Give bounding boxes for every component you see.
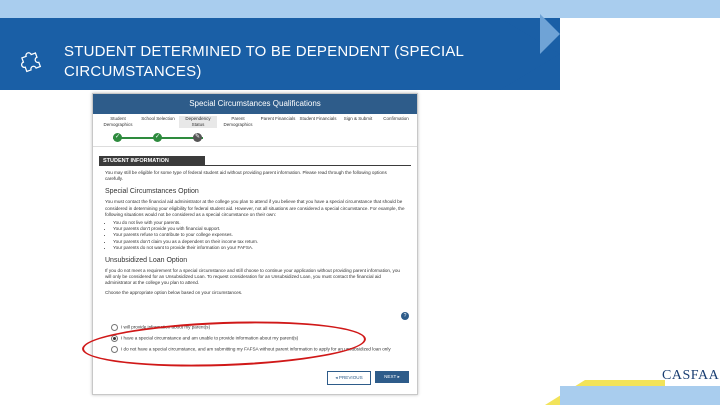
progress-steps: Student Demographics School Selection De… [93, 114, 417, 147]
radio-button[interactable] [111, 324, 118, 331]
choose-label: Choose the appropriate option below base… [105, 289, 243, 295]
step-school-selection[interactable]: School Selection [139, 116, 177, 122]
puzzle-icon [21, 52, 42, 73]
option2-text: If you do not meet a requirement for a s… [105, 268, 400, 286]
page-content: You may still be eligible for some type … [105, 170, 405, 298]
intro-text: You may still be eligible for some type … [105, 170, 387, 182]
step-parent-demographics[interactable]: Parent Demographics [219, 116, 257, 128]
pencil-icon: ✎ [193, 133, 202, 142]
step-confirmation[interactable]: Confirmation [377, 116, 415, 122]
previous-label: PREVIOUS [338, 375, 363, 380]
situations-list: You do not live with your parents. Your … [113, 220, 405, 251]
step-dependency-status[interactable]: Dependency Status [179, 116, 217, 128]
option1-heading: Special Circumstances Option [105, 188, 199, 196]
option2-heading: Unsubsidized Loan Option [105, 257, 188, 265]
list-item: Your parents do not want to provide thei… [113, 245, 405, 251]
top-accent-strip [0, 0, 720, 18]
previous-button[interactable]: ◂ PREVIOUS [327, 371, 371, 385]
check-icon: ✓ [113, 133, 122, 142]
next-label: NEXT [384, 374, 397, 379]
help-icon[interactable]: ? [401, 312, 409, 320]
section-divider [99, 165, 411, 166]
screen-header: Special Circumstances Qualifications [93, 94, 417, 114]
bottom-accent-strip [560, 386, 720, 405]
banner-edge-accent [540, 14, 560, 54]
step-parent-financials[interactable]: Parent Financials [259, 116, 297, 122]
step-sign-submit[interactable]: Sign & Submit [339, 116, 377, 122]
check-icon: ✓ [153, 133, 162, 142]
step-student-financials[interactable]: Student Financials [299, 116, 337, 122]
option1-text: You must contact the financial aid admin… [105, 199, 405, 217]
casfaa-logo: CASFAA [662, 368, 720, 383]
slide-title: STUDENT DETERMINED TO BE DEPENDENT (SPEC… [64, 43, 464, 80]
step-student-demographics[interactable]: Student Demographics [99, 116, 137, 128]
next-button[interactable]: NEXT ▸ [375, 371, 409, 383]
